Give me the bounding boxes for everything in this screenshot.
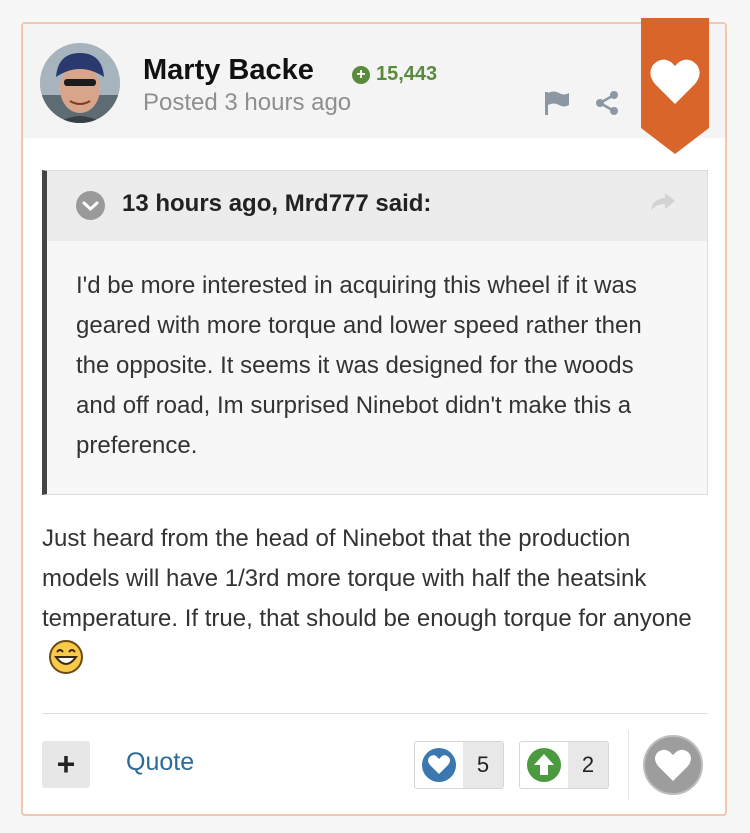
reaction-count: 2 [568,742,608,788]
heart-icon [655,749,691,781]
upvote-reaction-icon [520,742,568,788]
multiquote-button[interactable]: + [42,741,90,788]
footer-divider [42,713,708,714]
react-heart-button[interactable] [643,735,703,795]
reaction-count: 5 [463,742,503,788]
share-icon[interactable] [594,90,620,121]
post-body: Just heard from the head of Ninebot that… [42,519,712,688]
forum-post: Marty Backe + 15,443 Posted 3 hours ago [21,18,727,816]
chevron-down-icon[interactable] [76,191,105,220]
heart-reaction-icon [415,742,463,788]
reputation-badge[interactable]: + 15,443 [352,63,437,86]
reputation-ribbon [641,18,709,154]
avatar-image [40,43,120,123]
quote-text: I'd be more interested in acquiring this… [76,272,642,459]
avatar[interactable] [40,43,120,123]
quote-share-icon[interactable] [649,191,677,218]
quote-citation: 13 hours ago, Mrd777 said: [122,190,432,217]
flag-icon[interactable] [543,90,571,121]
post-header: Marty Backe + 15,443 Posted 3 hours ago [23,18,725,154]
smile-emoji-icon [48,639,84,688]
quote-block: 13 hours ago, Mrd777 said: I'd be more i… [42,170,708,495]
reaction-upvote[interactable]: 2 [519,741,609,789]
reputation-count: 15,443 [376,63,438,85]
reaction-like[interactable]: 5 [414,741,504,789]
post-timestamp[interactable]: Posted 3 hours ago [143,89,351,117]
quote-header: 13 hours ago, Mrd777 said: [47,171,707,241]
plus-circle-icon: + [352,65,370,84]
quote-button[interactable]: Quote [126,748,194,777]
post-body-text: Just heard from the head of Ninebot that… [42,525,692,632]
footer-separator [628,730,629,800]
author-name[interactable]: Marty Backe [143,54,314,87]
